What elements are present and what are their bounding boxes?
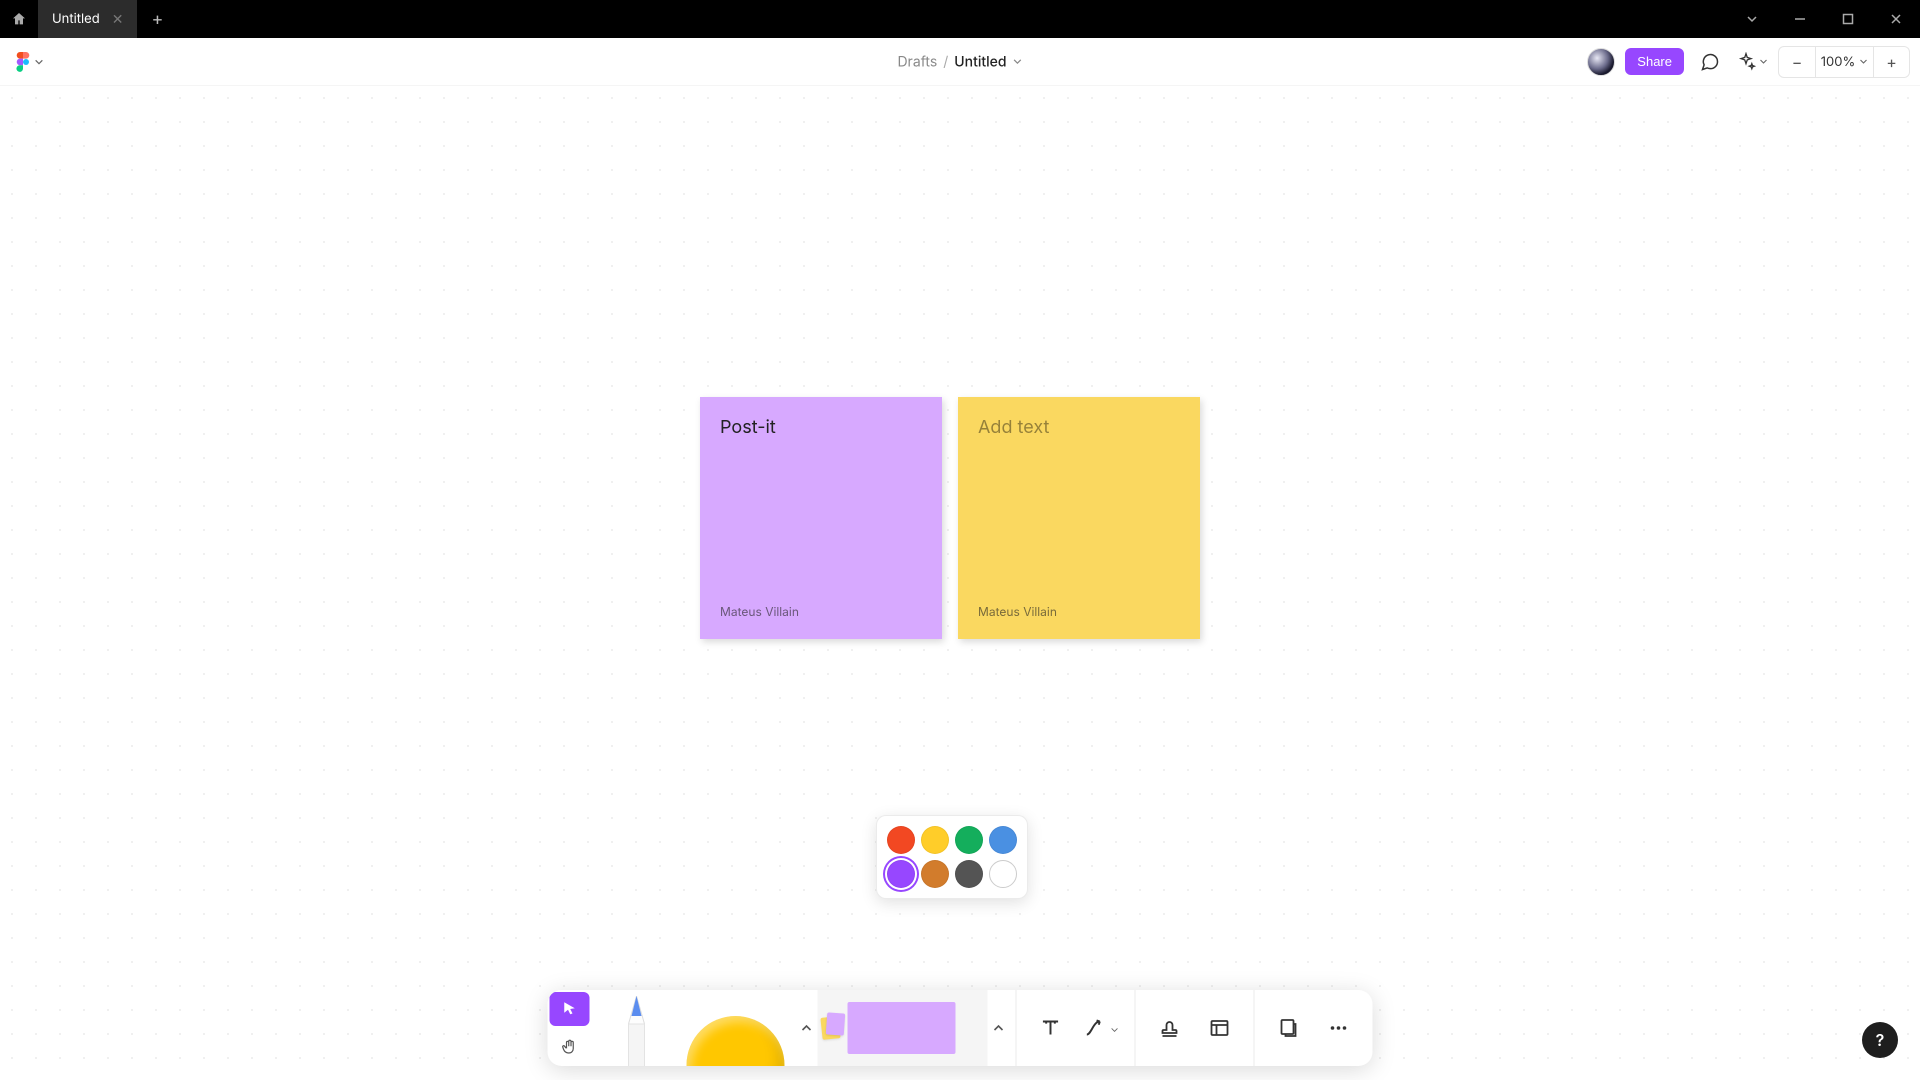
sticky-note[interactable]: Post-it Mateus Villain xyxy=(700,397,942,639)
comments-button[interactable] xyxy=(1694,46,1726,78)
app-header: Drafts / Untitled Share − 100% + xyxy=(0,38,1920,86)
widgets-tool-button[interactable] xyxy=(1265,1004,1313,1052)
document-tab-title: Untitled xyxy=(52,11,100,27)
color-swatch-orange[interactable] xyxy=(921,860,949,888)
canvas[interactable]: Post-it Mateus Villain Add text Mateus V… xyxy=(0,86,1920,1080)
share-button[interactable]: Share xyxy=(1625,48,1684,75)
sticky-note-tool[interactable] xyxy=(818,990,988,1066)
hand-tool-button[interactable] xyxy=(550,1030,590,1064)
color-swatch-white[interactable] xyxy=(989,860,1017,888)
circle-shape-icon xyxy=(687,1016,785,1066)
color-picker-popup xyxy=(876,815,1028,899)
more-icon xyxy=(1327,1016,1351,1040)
color-swatch-purple[interactable] xyxy=(887,860,915,888)
window-close-button[interactable] xyxy=(1872,0,1920,38)
zoom-controls: − 100% + xyxy=(1778,46,1910,78)
user-avatar[interactable] xyxy=(1587,48,1615,76)
breadcrumb-menu-button[interactable] xyxy=(1013,57,1023,67)
document-tab[interactable]: Untitled ✕ xyxy=(38,0,138,38)
text-icon xyxy=(1038,1015,1064,1041)
color-swatch-red[interactable] xyxy=(887,826,915,854)
close-tab-icon[interactable]: ✕ xyxy=(112,11,124,28)
sticky-note-author: Mateus Villain xyxy=(978,604,1180,619)
window-maximize-button[interactable] xyxy=(1824,0,1872,38)
chevron-down-icon: ⌄ xyxy=(1110,1021,1119,1035)
connector-tool-button[interactable]: ⌄ xyxy=(1077,1004,1125,1052)
stamp-tool-button[interactable] xyxy=(1146,1004,1194,1052)
chevron-down-icon xyxy=(1859,57,1868,66)
home-button[interactable] xyxy=(0,0,38,38)
breadcrumb-file[interactable]: Untitled xyxy=(954,53,1006,70)
window-minimize-button[interactable] xyxy=(1776,0,1824,38)
breadcrumb-separator: / xyxy=(943,53,948,70)
titlebar: Untitled ✕ + xyxy=(0,0,1920,38)
text-tool-button[interactable] xyxy=(1027,1004,1075,1052)
marker-icon xyxy=(615,996,659,1066)
ai-actions-button[interactable] xyxy=(1736,46,1768,78)
zoom-level-label: 100% xyxy=(1821,54,1855,70)
sticky-note[interactable]: Add text Mateus Villain xyxy=(958,397,1200,639)
sticky-note-author: Mateus Villain xyxy=(720,604,922,619)
window-dropdown-button[interactable] xyxy=(1728,0,1776,38)
breadcrumb-project[interactable]: Drafts xyxy=(897,53,937,70)
sticky-note-placeholder[interactable]: Add text xyxy=(978,417,1180,604)
sticky-note-text[interactable]: Post-it xyxy=(720,417,922,604)
shape-tool[interactable] xyxy=(676,990,796,1066)
maximize-icon xyxy=(1842,13,1854,25)
chevron-up-icon xyxy=(993,1022,1005,1034)
hand-icon xyxy=(561,1038,579,1056)
sticky-preview-icon xyxy=(848,1002,956,1054)
zoom-out-button[interactable]: − xyxy=(1779,47,1815,77)
add-tab-button[interactable]: + xyxy=(138,0,176,38)
minimize-icon xyxy=(1794,13,1806,25)
color-swatch-green[interactable] xyxy=(955,826,983,854)
cursor-icon xyxy=(561,1000,579,1018)
marker-tool[interactable] xyxy=(598,990,676,1066)
sticky-options-button[interactable] xyxy=(988,990,1010,1066)
chevron-up-icon xyxy=(801,1022,813,1034)
select-tool-button[interactable] xyxy=(550,992,590,1026)
section-icon xyxy=(1208,1016,1232,1040)
chevron-down-icon xyxy=(1013,57,1023,67)
connector-icon xyxy=(1082,1015,1108,1041)
chevron-down-icon xyxy=(34,57,44,67)
widgets-icon xyxy=(1277,1016,1301,1040)
help-label: ? xyxy=(1876,1030,1885,1050)
sticky-stack-icon xyxy=(822,1005,846,1051)
color-swatch-blue[interactable] xyxy=(989,826,1017,854)
zoom-level-dropdown[interactable]: 100% xyxy=(1815,47,1873,77)
comment-icon xyxy=(1700,52,1720,72)
more-tools-button[interactable] xyxy=(1315,1004,1363,1052)
color-swatch-gray[interactable] xyxy=(955,860,983,888)
shape-options-button[interactable] xyxy=(796,990,818,1066)
bottom-toolbar: ⌄ xyxy=(548,990,1373,1066)
chevron-down-icon xyxy=(1759,57,1768,66)
breadcrumb: Drafts / Untitled xyxy=(897,53,1022,70)
section-tool-button[interactable] xyxy=(1196,1004,1244,1052)
home-icon xyxy=(11,11,27,27)
chevron-down-icon xyxy=(1746,13,1758,25)
close-icon xyxy=(1890,13,1902,25)
figma-logo-icon xyxy=(16,52,30,72)
help-button[interactable]: ? xyxy=(1862,1022,1898,1058)
sparkle-icon xyxy=(1736,52,1756,72)
color-swatch-yellow[interactable] xyxy=(921,826,949,854)
main-menu-button[interactable] xyxy=(10,48,50,76)
stamp-icon xyxy=(1158,1016,1182,1040)
zoom-in-button[interactable]: + xyxy=(1873,47,1909,77)
